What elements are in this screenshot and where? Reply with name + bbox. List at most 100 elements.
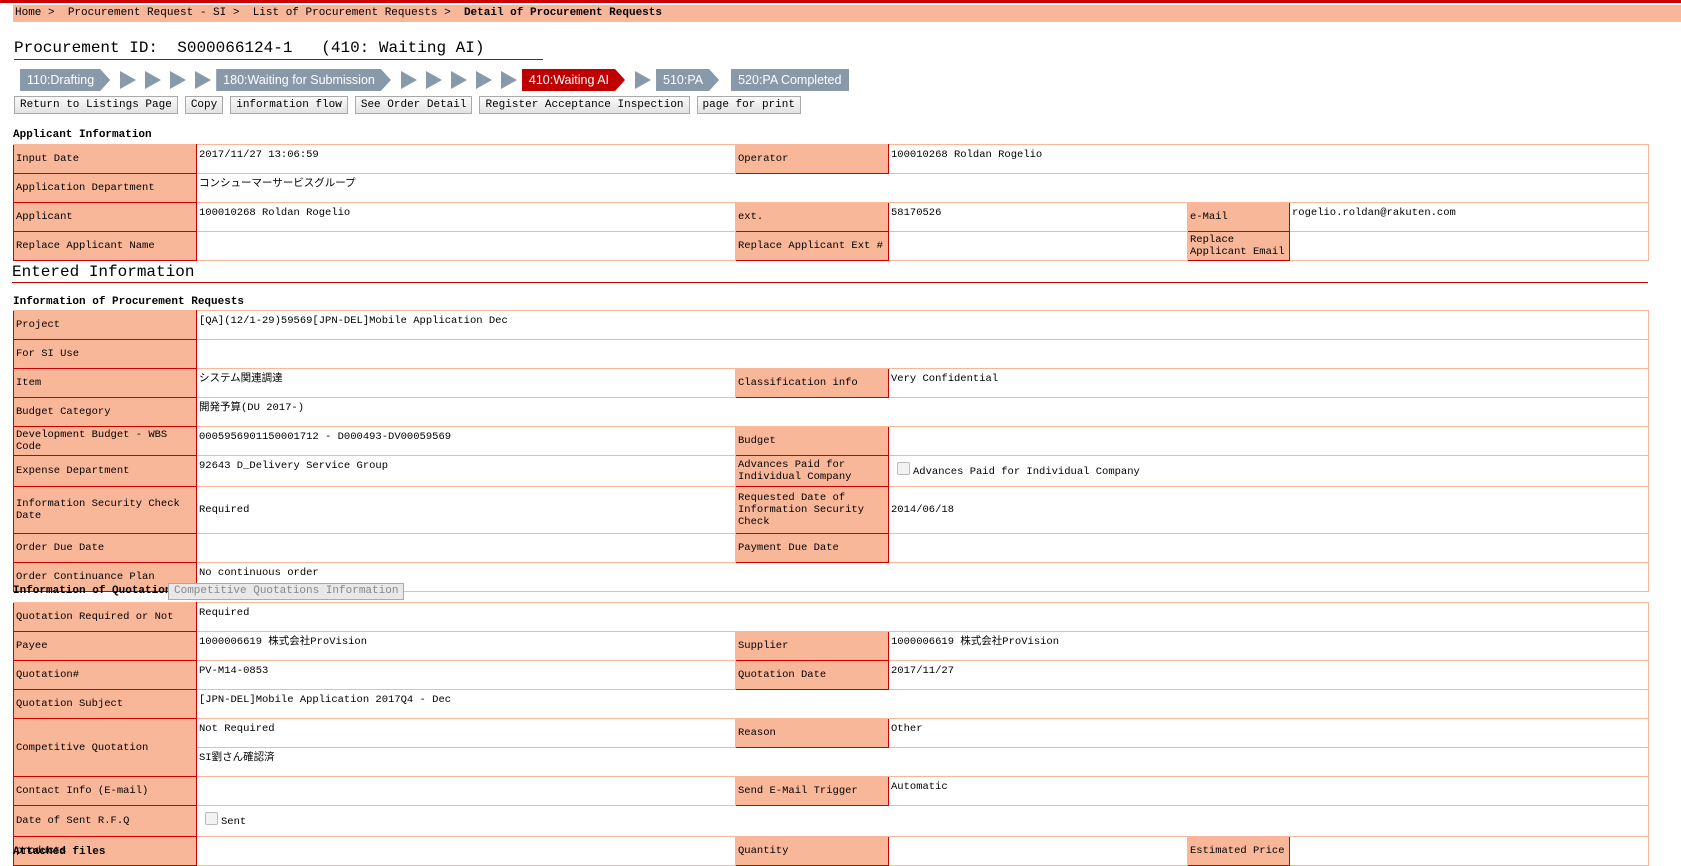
label-contact-info-e-mail: Contact Info (E-mail) (13, 776, 197, 806)
label-budget: Budget (735, 426, 889, 456)
value-replace-applicant-ext (888, 231, 1188, 261)
quotation-table: Quotation Required or Not Required Payee 10… (13, 602, 1650, 866)
value-replace-applicant-name (196, 231, 736, 261)
value-expense-department: 92643 D_Delivery Service Group (196, 455, 736, 487)
value-payment-due-date (887, 533, 1650, 563)
table-row: Input Date 2017/11/27 13:06:59 Operator 100… (13, 144, 1649, 174)
label-payee: Payee (13, 631, 197, 661)
action-button[interactable]: Copy (184, 96, 224, 114)
value-development-budget-wbs-code: 0005956901150001712 - D000493-DV00059569 (196, 426, 736, 456)
label-order-due-date: Order Due Date (13, 533, 197, 563)
competitive-quotations-button[interactable]: Competitive Quotations Information (168, 583, 405, 600)
value-quotation-required-or-not: Required (195, 602, 1650, 632)
value-information-security-check-date: Required (196, 486, 736, 534)
table-row: Payee 1000006619 株式会社ProVision Supplier 100… (13, 631, 1650, 661)
step-arrow-icon (400, 71, 417, 89)
step-arrow-icon (500, 71, 517, 89)
value-estimated-price (1288, 836, 1650, 866)
label-ext: ext. (735, 202, 889, 232)
procurement-section-title: Information of Procurement Requests (13, 296, 245, 308)
value-order-due-date (196, 533, 736, 563)
action-button[interactable]: See Order Detail (354, 96, 473, 114)
value-send-e-mail-trigger: Automatic (887, 776, 1650, 806)
label-expense-department: Expense Department (13, 455, 197, 487)
label-estimated-price: Estimated Price (1187, 836, 1290, 866)
value-replace-applicant-email (1289, 231, 1649, 261)
label-classification-info: Classification info (735, 368, 889, 398)
page-title: Procurement ID: S000066124-1 (410: Waiti… (14, 37, 543, 60)
table-row: Quotation Required or Not Required (13, 602, 1650, 632)
action-button[interactable]: Register Acceptance Inspection (479, 96, 690, 114)
breadcrumb: Home > Procurement Request - SI > List o… (13, 5, 1681, 22)
status-step: 180:Waiting for Submission (216, 69, 391, 91)
action-button[interactable]: information flow (230, 96, 348, 114)
step-arrow-icon (170, 71, 187, 89)
label-e-mail: e-Mail (1187, 202, 1290, 232)
table-row: Replace Applicant Name Replace Applicant … (13, 231, 1649, 261)
label-quantity: Quantity (735, 836, 889, 866)
label-competitive-quotation: Competitive Quotation (13, 718, 197, 777)
applicant-section-title: Applicant Information (13, 129, 152, 141)
action-toolbar: Return to Listings Page Copy information f… (14, 96, 801, 114)
label-send-e-mail-trigger: Send E-Mail Trigger (735, 776, 889, 806)
label-payment-due-date: Payment Due Date (735, 533, 889, 563)
label-reason: Reason (735, 718, 889, 748)
label-supplier: Supplier (735, 631, 889, 661)
status-step: 510:PA (656, 69, 719, 91)
checkbox[interactable] (205, 812, 218, 825)
breadcrumb-list[interactable]: List of Procurement Requests (253, 7, 438, 19)
breadcrumb-procurement-request[interactable]: Procurement Request - SI (68, 7, 226, 19)
status-step: 110:Drafting (20, 69, 110, 91)
label-replace-applicant-email: Replace Applicant Email (1187, 231, 1290, 261)
label-operator: Operator (735, 144, 889, 174)
table-row: products Quantity Estimated Price (13, 836, 1650, 866)
value-classification-info: Very Confidential (887, 368, 1650, 398)
label-replace-applicant-name: Replace Applicant Name (13, 231, 197, 261)
table-row: Expense Department 92643 D_Delivery Servi… (13, 455, 1650, 487)
top-accent-line (0, 0, 1681, 3)
label-application-department: Application Department (13, 173, 197, 203)
table-row: Date of Sent R.F.Q Sent (13, 805, 1650, 837)
step-arrow-icon (635, 71, 652, 89)
value-products (196, 836, 736, 866)
value-contact-info-e-mail (196, 776, 736, 806)
value-for-si-use (195, 339, 1650, 369)
label-input-date: Input Date (13, 144, 197, 174)
action-button[interactable]: Return to Listings Page (14, 96, 178, 114)
entered-information-heading: Entered Information (12, 262, 1648, 283)
value-competitive-quotation: Not Required (196, 718, 736, 748)
label-quotation-required-or-not: Quotation Required or Not (13, 602, 197, 632)
table-row: For SI Use (13, 339, 1650, 369)
procurement-id-value: S000066124-1 (410: Waiting AI) (177, 39, 485, 57)
attached-files-title: Attached files (13, 846, 106, 858)
step-arrow-icon (425, 71, 442, 89)
action-button[interactable]: page for print (696, 96, 801, 114)
value-requested-date-of-information-security-check: 2014/06/18 (887, 486, 1650, 534)
value-competitive-quotation-note: SI劉さん確認済 (195, 747, 1650, 777)
step-arrow-icon (145, 71, 162, 89)
label-project: Project (13, 310, 197, 340)
value-quantity (888, 836, 1188, 866)
table-row: Development Budget - WBS Code 00059569011… (13, 426, 1650, 456)
value-quotation: PV-M14-0853 (196, 660, 736, 690)
procurement-id-label: Procurement ID: (14, 39, 159, 57)
value-reason: Other (887, 718, 1650, 748)
label-for-si-use: For SI Use (13, 339, 197, 369)
label-budget-category: Budget Category (13, 397, 197, 427)
status-step: 410:Waiting AI (522, 69, 625, 91)
value-application-department: コンシューマーサービスグループ (196, 173, 1649, 203)
breadcrumb-home[interactable]: Home (15, 7, 41, 19)
table-row: Information Security Check Date Required R… (13, 486, 1650, 534)
applicant-table: Input Date 2017/11/27 13:06:59 Operator 100… (13, 144, 1649, 261)
breadcrumb-current: Detail of Procurement Requests (463, 7, 662, 19)
procurement-table: Project [QA](12/1-29)59569[JPN-DEL]Mobile… (13, 310, 1650, 592)
value-advances-paid-for-individual-company: Advances Paid for Individual Company (887, 455, 1650, 487)
checkbox[interactable] (897, 462, 910, 475)
table-row: Application Department コンシューマーサービスグループ (13, 173, 1649, 203)
table-row: Contact Info (E-mail) Send E-Mail Trigger… (13, 776, 1650, 806)
step-arrow-icon (120, 71, 137, 89)
label-applicant: Applicant (13, 202, 197, 232)
label-replace-applicant-ext: Replace Applicant Ext # (735, 231, 889, 261)
label-advances-paid-for-individual-company: Advances Paid for Individual Company (735, 455, 889, 487)
table-row: Quotation Subject [JPN-DEL]Mobile Applica… (13, 689, 1650, 719)
